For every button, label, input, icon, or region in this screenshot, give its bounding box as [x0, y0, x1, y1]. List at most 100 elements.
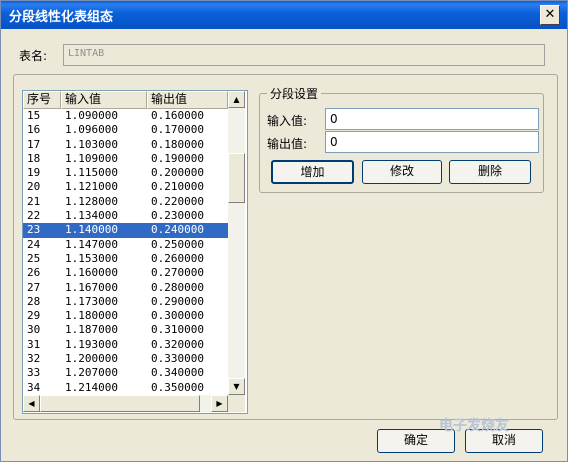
vertical-scrollbar[interactable]: ▲ ▼ — [228, 91, 245, 395]
scrollbar-corner — [228, 395, 245, 412]
title-bar[interactable]: 分段线性化表组态 ✕ — [1, 1, 567, 29]
row-output-value: 0.300000 — [151, 309, 204, 323]
row-input-value: 1.090000 — [65, 109, 118, 122]
table-row[interactable]: 22 1.134000 0.230000 — [23, 209, 228, 223]
row-input-value: 1.167000 — [65, 280, 118, 294]
table-row[interactable]: 23 1.140000 0.240000 — [23, 223, 228, 238]
table-row[interactable]: 29 1.180000 0.300000 — [23, 309, 228, 323]
row-index: 15 — [27, 109, 41, 122]
row-input-value: 1.173000 — [65, 294, 118, 308]
input-value-label: 输入值: — [267, 114, 308, 128]
row-output-value: 0.200000 — [151, 166, 204, 180]
column-header-output[interactable]: 输出值 — [147, 91, 228, 109]
watermark: 电子发烧友 — [439, 418, 509, 434]
row-output-value: 0.250000 — [151, 237, 204, 251]
scroll-left-icon[interactable]: ◀ — [23, 395, 40, 412]
table-name-label: 表名: — [19, 49, 48, 63]
table-row[interactable]: 31 1.193000 0.320000 — [23, 338, 228, 352]
row-index: 28 — [27, 294, 41, 308]
add-button[interactable]: 增加 — [271, 160, 354, 184]
output-value-field[interactable] — [325, 131, 539, 153]
row-input-value: 1.200000 — [65, 352, 118, 366]
row-input-value: 1.128000 — [65, 194, 118, 208]
row-output-value: 0.190000 — [151, 151, 204, 165]
row-input-value: 1.134000 — [65, 209, 118, 223]
row-input-value: 1.140000 — [65, 223, 118, 237]
modify-button[interactable]: 修改 — [362, 160, 442, 184]
segment-list[interactable]: 序号 输入值 输出值 15 1.090000 0.160000 16 1.096000 0… — [22, 90, 248, 414]
delete-button[interactable]: 删除 — [449, 160, 531, 184]
row-input-value: 1.153000 — [65, 251, 118, 265]
row-index: 25 — [27, 251, 41, 265]
row-index: 24 — [27, 237, 41, 251]
row-input-value: 1.103000 — [65, 137, 118, 151]
row-index: 22 — [27, 209, 41, 223]
row-output-value: 0.170000 — [151, 123, 204, 137]
row-index: 17 — [27, 137, 41, 151]
segment-settings-title: 分段设置 — [267, 85, 322, 102]
row-index: 19 — [27, 166, 41, 180]
row-output-value: 0.210000 — [151, 180, 204, 194]
list-body: 15 1.090000 0.160000 16 1.096000 0.170000 17 1.… — [23, 109, 228, 395]
table-row[interactable]: 33 1.207000 0.340000 — [23, 366, 228, 380]
row-output-value: 0.180000 — [151, 137, 204, 151]
list-header: 序号 输入值 输出值 — [23, 91, 228, 109]
row-input-value: 1.115000 — [65, 166, 118, 180]
column-header-index[interactable]: 序号 — [23, 91, 61, 109]
column-header-input[interactable]: 输入值 — [61, 91, 147, 109]
table-row[interactable]: 20 1.121000 0.210000 — [23, 180, 228, 194]
table-row[interactable]: 28 1.173000 0.290000 — [23, 295, 228, 309]
table-row[interactable]: 32 1.200000 0.330000 — [23, 352, 228, 366]
row-input-value: 1.096000 — [65, 123, 118, 137]
table-row[interactable]: 24 1.147000 0.250000 — [23, 238, 228, 252]
table-row[interactable]: 18 1.109000 0.190000 — [23, 152, 228, 166]
vertical-scroll-thumb[interactable] — [228, 153, 245, 203]
output-value-label: 输出值: — [267, 137, 308, 151]
row-index: 33 — [27, 366, 41, 380]
row-index: 26 — [27, 266, 41, 280]
horizontal-scrollbar[interactable]: ◀ ▶ — [23, 395, 228, 412]
input-value-field[interactable] — [325, 108, 539, 130]
row-index: 27 — [27, 280, 41, 294]
dialog-window: 分段线性化表组态 ✕ 表名: LINTAB 序号 输入值 输出值 15 1.090… — [0, 0, 568, 462]
table-row[interactable]: 34 1.214000 0.350000 — [23, 381, 228, 395]
row-index: 29 — [27, 309, 41, 323]
scroll-down-icon[interactable]: ▼ — [228, 378, 245, 395]
row-index: 31 — [27, 337, 41, 351]
row-index: 16 — [27, 123, 41, 137]
row-output-value: 0.280000 — [151, 280, 204, 294]
row-input-value: 1.160000 — [65, 266, 118, 280]
row-output-value: 0.310000 — [151, 323, 204, 337]
row-index: 30 — [27, 323, 41, 337]
table-row[interactable]: 15 1.090000 0.160000 — [23, 109, 228, 123]
table-row[interactable]: 30 1.187000 0.310000 — [23, 323, 228, 337]
table-row[interactable]: 27 1.167000 0.280000 — [23, 281, 228, 295]
row-index: 21 — [27, 194, 41, 208]
row-index: 20 — [27, 180, 41, 194]
close-icon[interactable]: ✕ — [540, 5, 560, 25]
window-title: 分段线性化表组态 — [9, 10, 114, 25]
row-input-value: 1.121000 — [65, 180, 118, 194]
table-row[interactable]: 25 1.153000 0.260000 — [23, 252, 228, 266]
row-input-value: 1.187000 — [65, 323, 118, 337]
row-input-value: 1.214000 — [65, 380, 118, 394]
row-input-value: 1.180000 — [65, 309, 118, 323]
row-output-value: 0.220000 — [151, 194, 204, 208]
table-row[interactable]: 19 1.115000 0.200000 — [23, 166, 228, 180]
table-name-field: LINTAB — [63, 44, 545, 66]
row-output-value: 0.230000 — [151, 209, 204, 223]
table-row[interactable]: 16 1.096000 0.170000 — [23, 123, 228, 137]
row-index: 18 — [27, 151, 41, 165]
row-output-value: 0.290000 — [151, 294, 204, 308]
horizontal-scroll-thumb[interactable] — [40, 395, 200, 412]
table-row[interactable]: 26 1.160000 0.270000 — [23, 266, 228, 280]
row-output-value: 0.340000 — [151, 366, 204, 380]
table-row[interactable]: 17 1.103000 0.180000 — [23, 138, 228, 152]
row-output-value: 0.240000 — [151, 223, 204, 237]
scroll-up-icon[interactable]: ▲ — [228, 91, 245, 108]
row-input-value: 1.147000 — [65, 237, 118, 251]
scroll-right-icon[interactable]: ▶ — [211, 395, 228, 412]
row-output-value: 0.260000 — [151, 251, 204, 265]
table-row[interactable]: 21 1.128000 0.220000 — [23, 195, 228, 209]
row-output-value: 0.270000 — [151, 266, 204, 280]
